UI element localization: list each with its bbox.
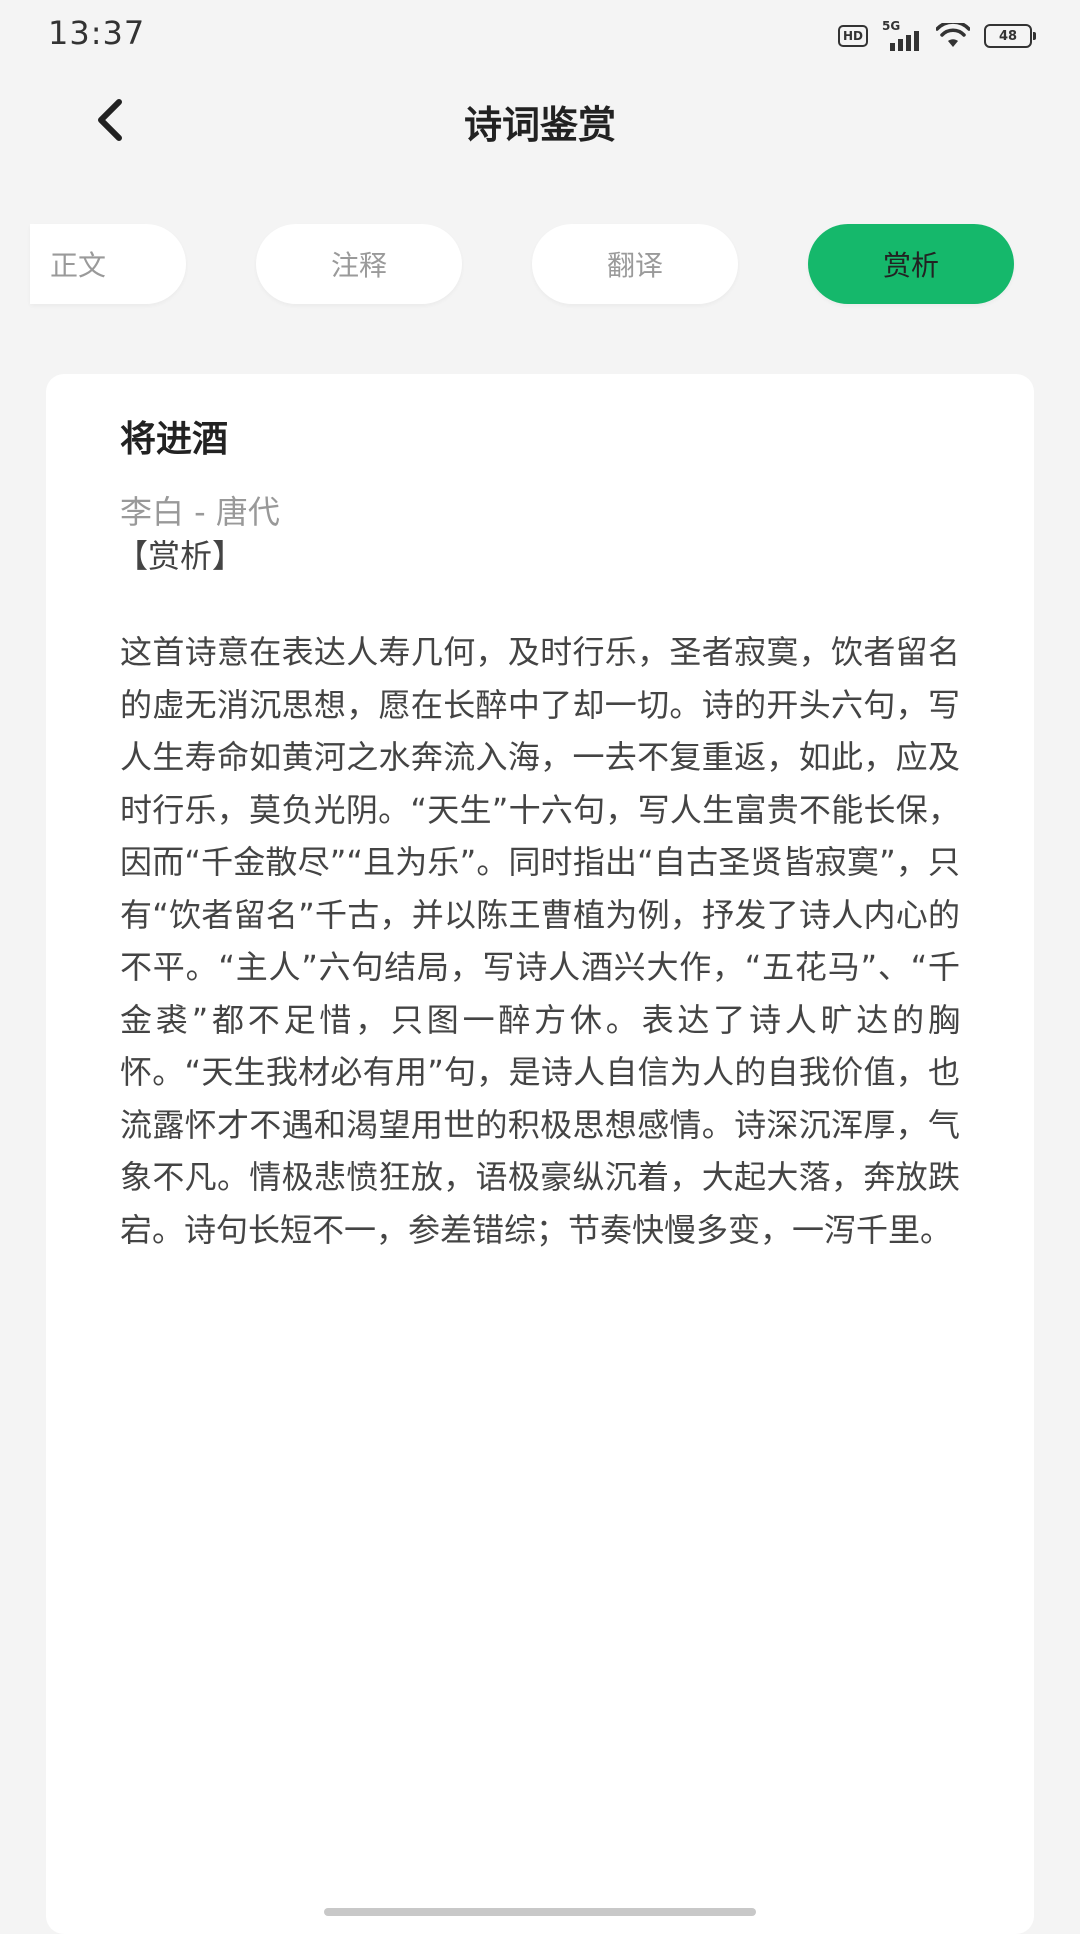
battery-level: 48 [998,28,1018,44]
hd-icon: HD [838,25,868,47]
page-title: 诗词鉴赏 [463,103,616,147]
content-card: 将进酒 李白 - 唐代 【赏析】 这首诗意在表达人寿几何，及时行乐，圣者寂寞，饮… [46,374,1034,1934]
tab-original-text[interactable]: 正文 [30,224,186,304]
header: 诗词鉴赏 [0,70,1080,170]
battery-icon: 48 [984,24,1036,48]
status-icons: HD 5G 48 [838,18,1036,54]
tab-appreciation[interactable]: 赏析 [808,224,1014,304]
poem-author: 李白 - 唐代 [120,493,280,531]
tab-annotation[interactable]: 注释 [256,224,462,304]
status-time: 13:37 [48,14,146,52]
signal-icon: 5G [882,19,922,51]
poem-title: 将进酒 [120,419,229,460]
analysis-text: 这首诗意在表达人寿几何，及时行乐，圣者寂寞，饮者留名的虚无消沉思想，愿在长醉中了… [120,633,960,1249]
status-bar: 13:37 HD 5G 48 [0,0,1080,70]
tab-bar: 正文 注释 翻译 赏析 [0,224,1080,304]
section-label: 【赏析】 [116,537,245,575]
wifi-icon [936,23,970,47]
home-indicator[interactable] [324,1908,756,1916]
tab-translation[interactable]: 翻译 [532,224,738,304]
